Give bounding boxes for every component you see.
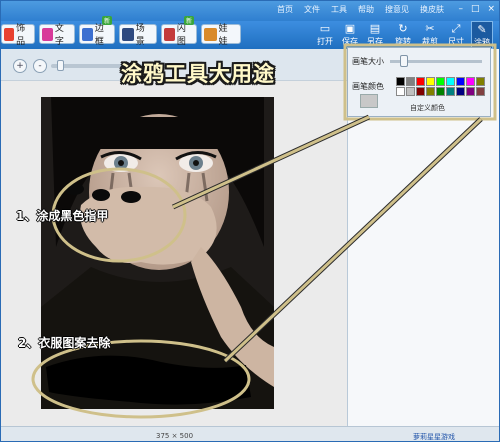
- flash-icon: [164, 27, 175, 41]
- palette-swatch[interactable]: [476, 77, 485, 86]
- tool-label: 裁剪: [422, 37, 438, 46]
- status-bar: 375 × 500 萝莉星星游戏: [1, 426, 499, 441]
- tool-label: 旋转: [395, 37, 411, 46]
- palette-swatch[interactable]: [426, 77, 435, 86]
- zoom-in-button[interactable]: +: [13, 59, 27, 73]
- tool-label: 尺寸: [448, 37, 464, 46]
- save-as-icon: ▤: [369, 22, 381, 35]
- mode-tab-label: 场景: [135, 24, 145, 47]
- note-remove-shirt-print: 2、衣服图案去除: [18, 336, 111, 350]
- main-toolbar: 饰品 文字 边框新场景 闪图新娃娃 ▭ 打开 ▣ 保存 ▤ 另存 ↻ 旋转 ✂ 裁剪 ⤢ 尺寸 ✎ 涂鸦: [1, 16, 499, 49]
- palette-swatch[interactable]: [396, 77, 405, 86]
- mode-tab-5[interactable]: 娃娃: [201, 24, 241, 47]
- color-palette: [396, 77, 485, 99]
- palette-swatch[interactable]: [466, 77, 475, 86]
- frame-icon: [82, 27, 93, 41]
- zoom-out-button[interactable]: -: [33, 59, 47, 73]
- tool-button-5[interactable]: ⤢ 尺寸: [445, 21, 467, 49]
- zoom-slider-thumb[interactable]: [56, 60, 64, 71]
- crop-icon: ✂: [425, 22, 435, 35]
- new-badge: 新: [101, 16, 112, 25]
- new-badge: 新: [183, 16, 194, 25]
- palette-swatch[interactable]: [416, 77, 425, 86]
- tool-label: 另存: [367, 37, 383, 46]
- mode-tab-label: 文字: [54, 24, 64, 47]
- minimize-button[interactable]: –: [458, 4, 463, 14]
- custom-color-link[interactable]: 自定义颜色: [410, 103, 445, 113]
- note-black-nails: 1、涂成黑色指甲: [16, 209, 109, 223]
- brush-size-label: 画笔大小: [352, 57, 384, 66]
- brush-icon: ✎: [477, 23, 487, 36]
- scene-icon: [122, 27, 134, 41]
- brush-size-slider-thumb[interactable]: [400, 55, 409, 67]
- palette-swatch[interactable]: [456, 77, 465, 86]
- palette-swatch[interactable]: [446, 77, 455, 86]
- top-menu: 首页 文件 工具 帮助 搜意见 换皮肤: [277, 4, 444, 15]
- photo-illustration: NY: [41, 97, 274, 409]
- tool-button-1[interactable]: ▣ 保存: [339, 21, 361, 49]
- palette-swatch[interactable]: [476, 87, 485, 96]
- palette-swatch[interactable]: [406, 87, 415, 96]
- text-icon: [42, 27, 53, 41]
- mode-tab-label: 娃娃: [218, 24, 228, 47]
- photo-image: NY: [41, 97, 274, 409]
- menu-item-2[interactable]: 工具: [331, 4, 347, 15]
- palette-swatch[interactable]: [446, 87, 455, 96]
- title-bar: 首页 文件 工具 帮助 搜意见 换皮肤 – □ ×: [1, 1, 499, 21]
- menu-item-1[interactable]: 文件: [304, 4, 320, 15]
- close-button[interactable]: ×: [487, 4, 495, 14]
- palette-swatch[interactable]: [406, 77, 415, 86]
- heart-icon: [4, 27, 15, 41]
- brush-color-label: 画笔颜色: [352, 82, 384, 91]
- image-dimensions: 375 × 500: [156, 432, 194, 440]
- folder-icon: ▭: [319, 22, 331, 35]
- tool-label: 打开: [317, 37, 333, 46]
- palette-swatch[interactable]: [396, 87, 405, 96]
- mode-tab-label: 饰品: [16, 24, 26, 47]
- brand-link[interactable]: 萝莉星星游戏: [413, 432, 455, 441]
- menu-item-3[interactable]: 帮助: [358, 4, 374, 15]
- tool-label: 涂鸦: [474, 38, 490, 47]
- palette-swatch[interactable]: [456, 87, 465, 96]
- mode-tab-1[interactable]: 文字: [39, 24, 75, 47]
- tool-button-2[interactable]: ▤ 另存: [364, 21, 386, 49]
- tool-button-3[interactable]: ↻ 旋转: [392, 21, 414, 49]
- save-icon: ▣: [344, 22, 356, 35]
- mode-tab-4[interactable]: 闪图新: [161, 16, 197, 47]
- mode-tab-2[interactable]: 边框新: [79, 16, 115, 47]
- tool-button-4[interactable]: ✂ 裁剪: [419, 21, 441, 49]
- palette-swatch[interactable]: [426, 87, 435, 96]
- menu-item-0[interactable]: 首页: [277, 4, 293, 15]
- resize-icon: ⤢: [451, 22, 461, 35]
- menu-item-4[interactable]: 搜意见: [385, 4, 409, 15]
- palette-swatch[interactable]: [416, 87, 425, 96]
- mode-tab-0[interactable]: 饰品: [1, 24, 35, 47]
- palette-swatch[interactable]: [436, 87, 445, 96]
- menu-item-5[interactable]: 换皮肤: [420, 4, 444, 15]
- rotate-icon: ↻: [398, 22, 408, 35]
- palette-swatch[interactable]: [436, 77, 445, 86]
- palette-swatch[interactable]: [466, 87, 475, 96]
- tool-button-6[interactable]: ✎ 涂鸦: [471, 21, 493, 49]
- graffiti-settings-panel: 画笔大小 画笔颜色 自定义颜色: [347, 47, 491, 117]
- tool-button-0[interactable]: ▭ 打开: [314, 21, 336, 49]
- callout-title: 涂鸦工具大用途: [121, 62, 275, 86]
- app-window: 首页 文件 工具 帮助 搜意见 换皮肤 – □ × 饰品 文字 边框新场景 闪图新娃娃 ▭ 打开 ▣ 保存 ▤…: [0, 0, 500, 442]
- maximize-button[interactable]: □: [471, 4, 480, 14]
- current-brush-color-swatch[interactable]: [360, 94, 378, 108]
- doll-icon: [204, 27, 217, 41]
- mode-tab-3[interactable]: 场景: [119, 24, 157, 47]
- tool-label: 保存: [342, 37, 358, 46]
- window-controls: – □ ×: [458, 4, 495, 14]
